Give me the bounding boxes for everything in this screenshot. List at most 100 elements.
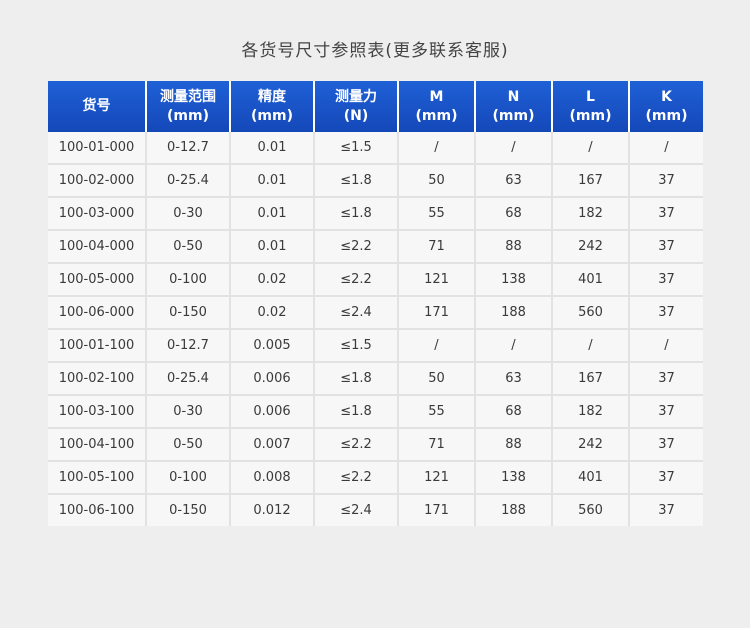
cell-k-value: 37: [628, 427, 703, 461]
cell-measuring-force: ≤1.8: [313, 196, 398, 230]
cell-m-value: 50: [397, 361, 475, 395]
header-unit: (mm): [645, 107, 688, 124]
cell-m-value: 71: [397, 427, 475, 461]
header-label: K: [661, 88, 672, 105]
cell-k-value: 37: [628, 493, 703, 526]
cell-measuring-force: ≤1.5: [313, 132, 398, 164]
cell-n-value: /: [474, 328, 552, 362]
cell-n-value: 63: [474, 163, 552, 197]
header-item-number: 货号: [48, 81, 146, 132]
size-reference-table: 货号 测量范围 (mm) 精度 (mm) 测量力 (N) M (mm) N (m…: [48, 81, 703, 526]
header-accuracy: 精度 (mm): [229, 81, 314, 132]
cell-accuracy: 0.006: [229, 394, 314, 428]
cell-k-value: 37: [628, 394, 703, 428]
cell-accuracy: 0.02: [229, 262, 314, 296]
cell-n-value: 138: [474, 262, 552, 296]
cell-m-value: 55: [397, 394, 475, 428]
cell-item-number: 100-06-000: [48, 295, 146, 329]
header-unit: (mm): [492, 107, 535, 124]
cell-l-value: 182: [551, 394, 629, 428]
cell-l-value: 401: [551, 460, 629, 494]
header-measuring-range: 测量范围 (mm): [145, 81, 230, 132]
cell-n-value: 88: [474, 229, 552, 263]
header-label: 测量力: [335, 88, 377, 105]
cell-measuring-force: ≤2.2: [313, 262, 398, 296]
header-n: N (mm): [474, 81, 552, 132]
table-row: 100-03-000 0-30 0.01 ≤1.8 55 68 182 37: [48, 196, 703, 230]
cell-m-value: 171: [397, 493, 475, 526]
cell-l-value: 560: [551, 295, 629, 329]
cell-k-value: 37: [628, 295, 703, 329]
cell-l-value: 182: [551, 196, 629, 230]
cell-measuring-range: 0-50: [145, 427, 230, 461]
cell-n-value: 63: [474, 361, 552, 395]
table-header-row: 货号 测量范围 (mm) 精度 (mm) 测量力 (N) M (mm) N (m…: [48, 81, 703, 132]
cell-k-value: 37: [628, 229, 703, 263]
cell-accuracy: 0.01: [229, 132, 314, 164]
cell-n-value: 68: [474, 196, 552, 230]
cell-n-value: 68: [474, 394, 552, 428]
header-label: 货号: [82, 98, 111, 114]
cell-k-value: 37: [628, 460, 703, 494]
cell-item-number: 100-04-000: [48, 229, 146, 263]
cell-n-value: 88: [474, 427, 552, 461]
cell-item-number: 100-02-100: [48, 361, 146, 395]
cell-measuring-force: ≤1.5: [313, 328, 398, 362]
cell-m-value: 121: [397, 460, 475, 494]
cell-l-value: 242: [551, 229, 629, 263]
cell-measuring-range: 0-150: [145, 295, 230, 329]
cell-accuracy: 0.008: [229, 460, 314, 494]
cell-item-number: 100-01-000: [48, 132, 146, 164]
header-unit: (mm): [251, 107, 293, 124]
cell-k-value: 37: [628, 361, 703, 395]
header-label: 测量范围: [160, 88, 216, 105]
cell-measuring-force: ≤1.8: [313, 163, 398, 197]
cell-measuring-range: 0-25.4: [145, 361, 230, 395]
cell-n-value: /: [474, 132, 552, 164]
table-row: 100-02-000 0-25.4 0.01 ≤1.8 50 63 167 37: [48, 163, 703, 197]
cell-measuring-force: ≤2.2: [313, 229, 398, 263]
header-k: K (mm): [628, 81, 703, 132]
cell-accuracy: 0.006: [229, 361, 314, 395]
cell-measuring-range: 0-25.4: [145, 163, 230, 197]
table-row: 100-06-100 0-150 0.012 ≤2.4 171 188 560 37: [48, 493, 703, 526]
cell-measuring-force: ≤2.4: [313, 295, 398, 329]
cell-l-value: /: [551, 328, 629, 362]
cell-measuring-range: 0-150: [145, 493, 230, 526]
cell-m-value: 171: [397, 295, 475, 329]
cell-measuring-range: 0-30: [145, 394, 230, 428]
header-unit: (mm): [167, 107, 209, 124]
cell-measuring-range: 0-12.7: [145, 328, 230, 362]
header-label: L: [586, 88, 595, 105]
cell-measuring-force: ≤1.8: [313, 394, 398, 428]
cell-item-number: 100-02-000: [48, 163, 146, 197]
table-row: 100-02-100 0-25.4 0.006 ≤1.8 50 63 167 37: [48, 361, 703, 395]
cell-measuring-range: 0-100: [145, 460, 230, 494]
cell-k-value: 37: [628, 196, 703, 230]
cell-measuring-range: 0-30: [145, 196, 230, 230]
cell-measuring-force: ≤2.4: [313, 493, 398, 526]
cell-measuring-range: 0-50: [145, 229, 230, 263]
table-row: 100-05-000 0-100 0.02 ≤2.2 121 138 401 37: [48, 262, 703, 296]
header-label: M: [429, 88, 444, 105]
cell-accuracy: 0.007: [229, 427, 314, 461]
cell-accuracy: 0.02: [229, 295, 314, 329]
cell-item-number: 100-04-100: [48, 427, 146, 461]
header-m: M (mm): [397, 81, 475, 132]
cell-k-value: 37: [628, 163, 703, 197]
cell-l-value: 242: [551, 427, 629, 461]
cell-n-value: 138: [474, 460, 552, 494]
cell-item-number: 100-05-000: [48, 262, 146, 296]
table-body: 100-01-000 0-12.7 0.01 ≤1.5// //100-02-000 0-…: [48, 132, 703, 526]
cell-accuracy: 0.01: [229, 196, 314, 230]
cell-item-number: 100-01-100: [48, 328, 146, 362]
header-label: 精度: [258, 88, 286, 105]
cell-l-value: 167: [551, 361, 629, 395]
cell-m-value: /: [397, 328, 475, 362]
cell-item-number: 100-03-100: [48, 394, 146, 428]
header-l: L (mm): [551, 81, 629, 132]
table-row: 100-03-100 0-30 0.006 ≤1.8 55 68 182 37: [48, 394, 703, 428]
cell-item-number: 100-03-000: [48, 196, 146, 230]
table-row: 100-05-100 0-100 0.008 ≤2.2 121 138 401 37: [48, 460, 703, 494]
cell-m-value: 71: [397, 229, 475, 263]
